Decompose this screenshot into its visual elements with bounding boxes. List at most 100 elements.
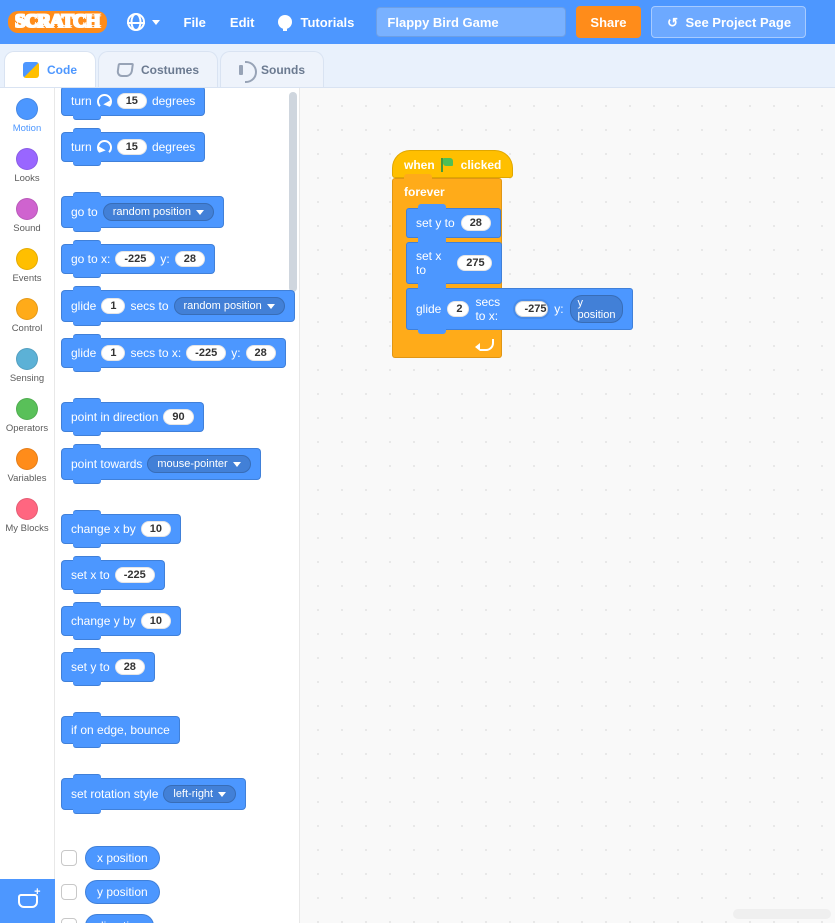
palette-scrollbar[interactable] [289, 92, 297, 292]
globe-icon [127, 13, 145, 31]
block-change-x[interactable]: change x by 10 [61, 514, 181, 544]
chevron-down-icon [218, 792, 226, 797]
category-label: Looks [0, 173, 55, 184]
swap-icon: ↺ [666, 15, 680, 29]
code-icon [23, 62, 39, 78]
scratch-logo[interactable]: SCRATCH [8, 11, 107, 33]
reporter-x-position[interactable]: x position [85, 846, 160, 870]
block-turn-cw[interactable]: turn 15 degrees [61, 88, 205, 116]
menu-bar: SCRATCH File Edit Tutorials Share ↺See P… [0, 0, 835, 44]
glide-xy-x-input[interactable]: -225 [186, 345, 226, 361]
category-label: My Blocks [0, 523, 55, 534]
category-label: Operators [0, 423, 55, 434]
block-goto-menu[interactable]: go to random position [61, 196, 224, 228]
project-title-input[interactable] [376, 7, 566, 37]
rotation-style-dropdown[interactable]: left-right [163, 785, 236, 803]
chevron-down-icon [152, 20, 160, 25]
glide-secs-input[interactable]: 1 [101, 298, 125, 314]
block-set-x[interactable]: set x to -225 [61, 560, 165, 590]
glide-script-x-input[interactable]: -275 [515, 301, 548, 317]
category-label: Control [0, 323, 55, 334]
block-goto-xy[interactable]: go to x: -225 y: 28 [61, 244, 215, 274]
set-x-script-input[interactable]: 275 [457, 255, 492, 271]
category-column: Motion Looks Sound Events Control Sensing Oper… [0, 88, 55, 923]
block-change-y[interactable]: change y by 10 [61, 606, 181, 636]
category-looks[interactable]: Looks [0, 142, 55, 192]
reporter-direction-row: direction [61, 914, 295, 923]
see-project-page-button[interactable]: ↺See Project Page [651, 6, 807, 38]
tab-code[interactable]: Code [4, 51, 96, 87]
category-dot-icon [16, 298, 38, 320]
category-events[interactable]: Events [0, 242, 55, 292]
reporter-dir-checkbox[interactable] [61, 918, 77, 923]
extensions-button[interactable] [0, 879, 55, 923]
extensions-icon [18, 894, 38, 908]
block-if-edge-bounce[interactable]: if on edge, bounce [61, 716, 180, 744]
glide-script-secs-input[interactable]: 2 [447, 301, 469, 317]
block-glide-script[interactable]: glide 2 secs to x: -275 y: y position [406, 288, 633, 330]
green-flag-icon [441, 158, 455, 172]
loop-arrow-icon [480, 339, 494, 351]
reporter-x-checkbox[interactable] [61, 850, 77, 866]
category-motion[interactable]: Motion [0, 92, 55, 142]
block-glide-menu[interactable]: glide 1 secs to random position [61, 290, 295, 322]
category-dot-icon [16, 448, 38, 470]
point-dir-input[interactable]: 90 [163, 409, 193, 425]
block-turn-ccw[interactable]: turn 15 degrees [61, 132, 205, 162]
glide-xy-secs-input[interactable]: 1 [101, 345, 125, 361]
set-y-input[interactable]: 28 [115, 659, 145, 675]
set-x-input[interactable]: -225 [115, 567, 155, 583]
change-y-input[interactable]: 10 [141, 613, 171, 629]
category-label: Events [0, 273, 55, 284]
tutorials-button[interactable]: Tutorials [266, 0, 366, 44]
script-stack[interactable]: when clicked forever set y to 28 set x t… [392, 150, 513, 358]
glide-script-y-reporter[interactable]: y position [570, 295, 624, 323]
block-point-towards[interactable]: point towards mouse-pointer [61, 448, 261, 480]
category-label: Sensing [0, 373, 55, 384]
category-dot-icon [16, 498, 38, 520]
block-set-y-script[interactable]: set y to 28 [406, 208, 501, 238]
category-dot-icon [16, 98, 38, 120]
goto-y-input[interactable]: 28 [175, 251, 205, 267]
turn-cw-input[interactable]: 15 [117, 93, 147, 109]
block-palette[interactable]: turn 15 degrees turn 15 degrees go to ra… [55, 88, 300, 923]
file-menu[interactable]: File [172, 0, 218, 44]
category-sound[interactable]: Sound [0, 192, 55, 242]
reporter-direction[interactable]: direction [85, 914, 154, 923]
edit-menu[interactable]: Edit [218, 0, 267, 44]
set-y-script-input[interactable]: 28 [461, 215, 491, 231]
category-operators[interactable]: Operators [0, 392, 55, 442]
chevron-down-icon [233, 462, 241, 467]
main-area: Motion Looks Sound Events Control Sensing Oper… [0, 88, 835, 923]
block-set-y[interactable]: set y to 28 [61, 652, 155, 682]
goto-x-input[interactable]: -225 [115, 251, 155, 267]
change-x-input[interactable]: 10 [141, 521, 171, 537]
language-menu[interactable] [115, 0, 172, 44]
reporter-y-checkbox[interactable] [61, 884, 77, 900]
share-button[interactable]: Share [576, 6, 640, 38]
category-my-blocks[interactable]: My Blocks [0, 492, 55, 542]
category-sensing[interactable]: Sensing [0, 342, 55, 392]
category-label: Motion [0, 123, 55, 134]
category-dot-icon [16, 398, 38, 420]
tab-costumes[interactable]: Costumes [98, 51, 218, 87]
point-towards-dropdown[interactable]: mouse-pointer [147, 455, 250, 473]
block-point-direction[interactable]: point in direction 90 [61, 402, 204, 432]
glide-menu-dropdown[interactable]: random position [174, 297, 285, 315]
glide-xy-y-input[interactable]: 28 [246, 345, 276, 361]
sound-icon [239, 65, 243, 75]
reporter-y-position[interactable]: y position [85, 880, 160, 904]
workspace-h-scrollbar[interactable] [733, 909, 831, 919]
block-glide-xy[interactable]: glide 1 secs to x: -225 y: 28 [61, 338, 286, 368]
block-forever[interactable]: forever set y to 28 set x to 275 glide 2… [392, 178, 502, 358]
category-control[interactable]: Control [0, 292, 55, 342]
category-variables[interactable]: Variables [0, 442, 55, 492]
goto-menu-dropdown[interactable]: random position [103, 203, 214, 221]
turn-ccw-input[interactable]: 15 [117, 139, 147, 155]
block-set-rotation-style[interactable]: set rotation style left-right [61, 778, 246, 810]
turn-cw-icon [97, 94, 112, 109]
tab-sounds[interactable]: Sounds [220, 51, 324, 87]
block-set-x-script[interactable]: set x to 275 [406, 242, 502, 284]
category-label: Variables [0, 473, 55, 484]
script-workspace[interactable]: when clicked forever set y to 28 set x t… [300, 88, 835, 923]
